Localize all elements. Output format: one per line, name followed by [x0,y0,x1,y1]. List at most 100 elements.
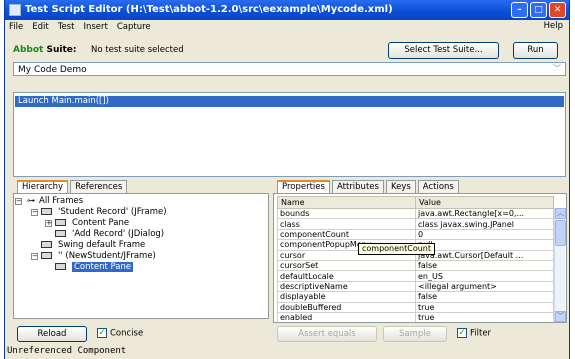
property-row[interactable]: displayable false [277,291,554,303]
property-value-cell[interactable]: class javax.swing.JPanel [415,218,554,230]
property-name-cell[interactable]: defaultLocale [277,270,416,282]
collapse-toggle[interactable]: − [15,198,22,205]
property-value-cell[interactable]: false [415,259,554,272]
tree-label: 'Student Record' (JFrame) [58,207,167,217]
property-row[interactable]: cursorSet false [277,259,554,272]
property-value-cell[interactable]: true [415,311,554,322]
scroll-down-arrow-icon[interactable]: ﹀ [555,311,566,322]
property-name-cell[interactable]: enabled [277,311,416,322]
menu-capture[interactable]: Capture [117,22,151,32]
right-tabs: Properties Attributes Keys Actions [277,180,459,193]
property-name-cell[interactable]: class [277,218,416,230]
run-button[interactable]: Run [513,42,558,59]
tree-label: All Frames [39,196,84,206]
suite-word: Suite: [43,45,77,55]
property-value-cell[interactable]: java.awt.Rectangle[x=0,... [415,207,554,220]
tree-node-add-record[interactable]: 'Add Record' (JDialog) [55,229,164,239]
collapse-toggle[interactable]: − [31,253,38,260]
property-row[interactable]: doubleBuffered true [277,301,554,313]
chevron-down-icon[interactable]: ﹀ [553,63,561,74]
checkmark-icon: ✓ [457,328,467,338]
column-header-name[interactable]: Name [277,196,416,209]
abbot-label: Abbot [13,45,44,55]
assert-equals-button[interactable]: Assert equals [277,326,377,342]
property-value-cell[interactable]: true [415,301,554,313]
scroll-thumb[interactable] [555,220,566,246]
reload-button[interactable]: Reload [17,326,87,342]
status-bar: Unreferenced Component [7,346,127,356]
close-button[interactable]: ✕ [549,2,566,18]
script-name-text: My Code Demo [18,65,87,75]
tree-node-swing-default-frame[interactable]: Swing default Frame [41,240,145,250]
script-step-row[interactable]: Launch Main.main([]) [15,96,564,107]
maximize-button[interactable]: □ [530,2,547,18]
script-name-field[interactable]: My Code Demo ﹀ [13,62,566,76]
menu-file[interactable]: File [9,22,23,32]
expand-toggle[interactable]: + [45,220,52,227]
panel-icon [55,263,66,270]
property-row[interactable]: componentCount 0 [277,228,554,241]
tree-label: Content Pane [72,262,134,272]
dialog-icon [55,230,66,237]
suite-label: Abbot Suite: [13,45,76,55]
menu-edit[interactable]: Edit [32,22,48,32]
property-name-cell[interactable]: doubleBuffered [277,301,416,313]
properties-panel: Name Value bounds java.awt.Rectangle[x=0,… [273,193,567,323]
property-value-cell[interactable]: false [415,291,554,303]
minimize-button[interactable]: – [511,2,528,18]
tree-node-student-record[interactable]: 'Student Record' (JFrame) [41,207,167,217]
tree-node-newstudent[interactable]: '' (NewStudent/JFrame) [41,251,156,261]
property-row[interactable]: defaultLocale en_US [277,270,554,282]
sample-button[interactable]: Sample [383,326,447,342]
property-row[interactable]: class class javax.swing.JPanel [277,218,554,230]
property-row[interactable]: descriptiveName <illegal argument> [277,280,554,293]
concise-label: Concise [110,328,144,339]
suite-row: Abbot Suite: No test suite selected Sele… [5,40,569,59]
property-value-cell[interactable]: en_US [415,270,554,282]
tree-node-content-pane-selected[interactable]: Content Pane [55,262,134,272]
property-value-cell[interactable]: <illegal argument> [415,280,554,293]
tree-node-all-frames[interactable]: ⊶ All Frames [27,196,83,206]
left-tabs: Hierarchy References [17,180,128,193]
menu-insert[interactable]: Insert [83,22,107,32]
property-value-cell[interactable]: java.awt.Cursor[Default ... [415,249,554,261]
panel-icon [55,219,66,226]
filter-checkbox[interactable]: ✓ Filter [457,328,491,339]
frame-icon [41,241,52,248]
tab-keys[interactable]: Keys [385,180,416,193]
frames-icon: ⊶ [27,196,35,205]
property-name-cell[interactable]: cursorSet [277,259,416,272]
properties-scrollbar[interactable]: ︿ ﹀ [554,208,566,322]
concise-checkbox[interactable]: ✓ Concise [97,328,143,339]
property-name-cell[interactable]: displayable [277,291,416,303]
property-name-cell[interactable]: bounds [277,207,416,220]
select-test-suite-button[interactable]: Select Test Suite... [388,42,499,59]
property-value-cell[interactable]: 0 [415,228,554,241]
property-row[interactable]: enabled true [277,311,554,322]
tab-references[interactable]: References [70,180,128,193]
scroll-up-arrow-icon[interactable]: ︿ [555,208,566,219]
menu-help[interactable]: Help [544,21,563,31]
tree-label: Swing default Frame [58,240,146,250]
property-name-cell[interactable]: componentCount [277,228,416,241]
tab-attributes[interactable]: Attributes [331,180,384,193]
property-row[interactable]: bounds java.awt.Rectangle[x=0,... [277,207,554,220]
title-bar[interactable]: Test Script Editor (H:\Test\abbot-1.2.0\… [5,0,569,20]
tree-label: Content Pane [72,218,130,228]
test-script-editor-window: Test Script Editor (H:\Test\abbot-1.2.0\… [4,0,570,359]
checkmark-icon: ✓ [97,328,107,338]
frame-icon [41,208,52,215]
tab-hierarchy[interactable]: Hierarchy [17,180,69,193]
menu-test[interactable]: Test [58,22,75,32]
property-value-cell[interactable]: null [415,239,554,251]
property-name-cell[interactable]: descriptiveName [277,280,416,293]
script-steps-list[interactable]: Launch Main.main([]) [13,92,566,177]
collapse-toggle[interactable]: − [31,209,38,216]
app-icon [9,4,21,16]
tree-node-content-pane[interactable]: Content Pane [55,218,129,228]
column-header-value[interactable]: Value [415,196,554,209]
tab-actions[interactable]: Actions [417,180,459,193]
tab-properties[interactable]: Properties [277,180,330,193]
menu-bar: File Edit Test Insert Capture Help [5,20,569,34]
window-title: Test Script Editor (H:\Test\abbot-1.2.0\… [25,4,393,15]
